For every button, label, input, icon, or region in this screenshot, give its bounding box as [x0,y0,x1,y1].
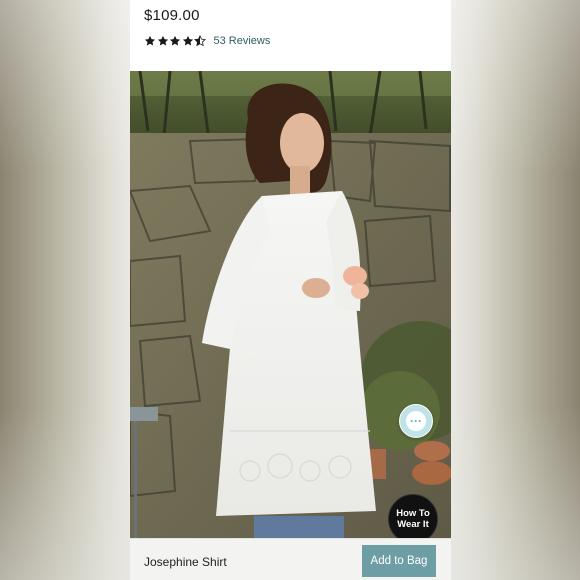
bottom-action-bar: Josephine Shirt Add to Bag [130,538,451,580]
star-icon [169,35,181,46]
product-name: Josephine Shirt [144,555,227,569]
rating-row[interactable]: 53 Reviews [144,33,270,49]
how-to-wear-line1: How To [396,508,430,519]
chat-button[interactable]: ··· [399,404,433,438]
half-star-icon [194,35,206,47]
star-icon [182,35,193,46]
product-photo[interactable]: ··· How To Wear It [130,71,451,538]
star-icon [157,35,168,46]
model-photo-illustration [130,71,451,538]
star-rating [144,35,207,47]
star-icon [144,35,156,46]
product-screen: $109.00 53 Reviews ··· How To Wear It Jo… [130,0,451,580]
add-to-bag-button[interactable]: Add to Bag [362,545,436,577]
how-to-wear-button[interactable]: How To Wear It [388,494,438,538]
chat-icon: ··· [406,411,426,431]
how-to-wear-line2: Wear It [397,519,429,530]
product-price: $109.00 [144,7,200,24]
reviews-link[interactable]: 53 Reviews [214,35,271,47]
